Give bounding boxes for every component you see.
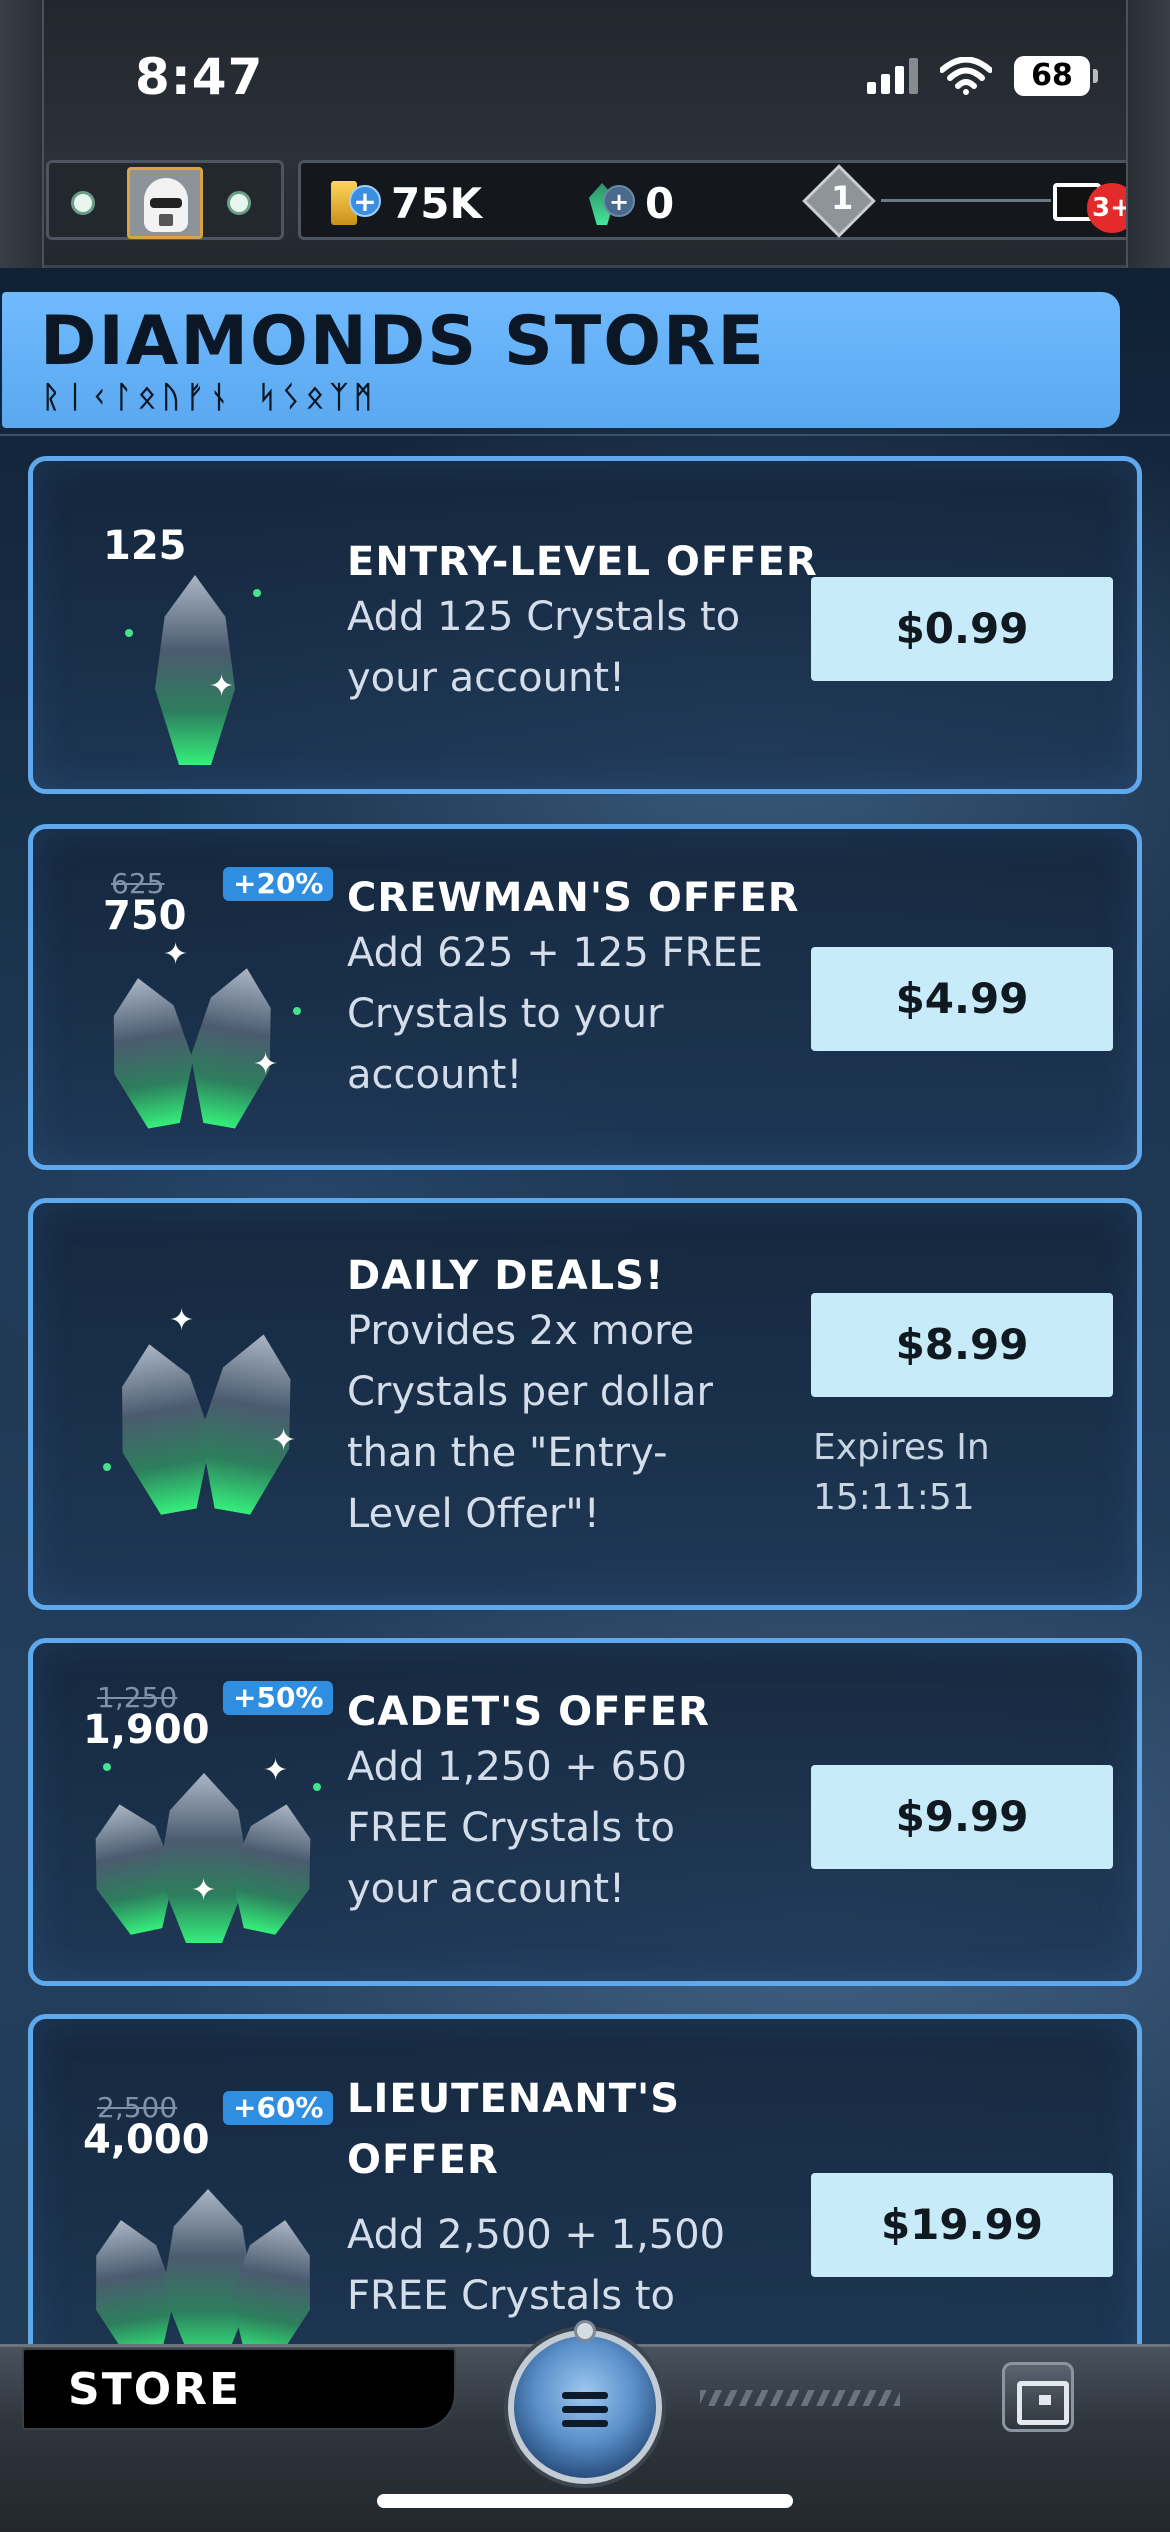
decorative-stripes: [700, 2390, 900, 2406]
crystal-icon: ✦: [123, 569, 263, 779]
calendar-icon[interactable]: [1002, 2362, 1074, 2432]
offer-title: CREWMAN'S OFFER: [347, 875, 800, 921]
crystal-amount: 1,900: [83, 1707, 210, 1753]
battery-icon: 68: [1014, 56, 1098, 96]
buy-button-4-99[interactable]: $4.99: [811, 947, 1113, 1051]
crystal-icon: ✦ ✦: [103, 1303, 323, 1533]
crystal-amount: 750: [103, 893, 187, 939]
crystal-icon: ✦ ✦: [83, 1753, 323, 1963]
add-crystals-button[interactable]: +: [603, 185, 635, 217]
left-indicator-dot: [71, 191, 95, 215]
store-header: DIAMONDS STORE ᚱᛁᚲᛚᛟᚢᚠᚾ ᛋᛊᛟᛉᛗ: [2, 292, 1120, 428]
offer-description: Add 2,500 + 1,500 FREE Crystals to: [347, 2212, 726, 2319]
bonus-badge: +20%: [223, 867, 334, 901]
avatar[interactable]: [127, 167, 203, 239]
rank-value: 1: [831, 179, 854, 217]
offer-title: CADET'S OFFER: [347, 1689, 710, 1735]
top-hud-frame: 8:47 68 + 75K + 0 1 3+: [0, 0, 1170, 268]
store-tab[interactable]: STORE: [22, 2348, 456, 2430]
offer-description: Add 625 + 125 FREE Crystals to your acco…: [347, 930, 763, 1098]
expires-timer: 15:11:51: [813, 1477, 975, 1518]
hamburger-icon: [562, 2392, 608, 2434]
offer-card-cadet[interactable]: 1,250 +50% 1,900 ✦ ✦ CADET'S OFFER Add 1…: [28, 1638, 1142, 1986]
buy-button-9-99[interactable]: $9.99: [811, 1765, 1113, 1869]
add-credits-button[interactable]: +: [349, 185, 381, 217]
offer-title: LIEUTENANT'S OFFER: [347, 2076, 681, 2183]
offer-card-entry-level[interactable]: 125 ✦ ENTRY-LEVEL OFFER Add 125 Crystals…: [28, 456, 1142, 794]
buy-button-8-99[interactable]: $8.99: [811, 1293, 1113, 1397]
buy-button-19-99[interactable]: $19.99: [811, 2173, 1113, 2277]
store-tab-label: STORE: [68, 2364, 242, 2415]
aurebesh-subtitle: ᚱᛁᚲᛚᛟᚢᚠᚾ ᛋᛊᛟᛉᛗ: [42, 380, 379, 415]
rank-progress-line: [881, 199, 1051, 202]
page-title: DIAMONDS STORE: [40, 302, 766, 381]
offer-description: Add 1,250 + 650 FREE Crystals to your ac…: [347, 1744, 687, 1912]
credits-value: 75K: [391, 179, 482, 228]
status-icons: 68: [867, 56, 1098, 96]
right-indicator-dot: [227, 191, 251, 215]
offer-title: ENTRY-LEVEL OFFER: [347, 539, 818, 585]
currency-bar: + 75K + 0 1 3+: [298, 160, 1144, 240]
main-menu-button[interactable]: [508, 2330, 662, 2484]
offer-description: Add 125 Crystals to your account!: [347, 594, 741, 701]
menu-knob: [574, 2320, 596, 2342]
notification-badge: 3+: [1087, 183, 1137, 233]
crystal-icon: [83, 2169, 323, 2369]
profile-panel[interactable]: [46, 160, 284, 240]
crystal-amount: 125: [103, 523, 187, 569]
offer-title: DAILY DEALS!: [347, 1253, 665, 1299]
header-divider: [0, 434, 1170, 436]
bonus-badge: +50%: [223, 1681, 334, 1715]
wifi-icon: [939, 56, 993, 95]
cellular-signal-icon: [867, 58, 918, 94]
home-indicator[interactable]: [377, 2494, 793, 2508]
offer-card-daily-deals[interactable]: ✦ ✦ DAILY DEALS! Provides 2x more Crysta…: [28, 1198, 1142, 1610]
crystals-value: 0: [645, 179, 675, 228]
expires-label: Expires In: [813, 1427, 990, 1468]
status-time: 8:47: [135, 48, 264, 106]
stormtrooper-helmet-icon: [144, 178, 188, 232]
crystal-amount: 4,000: [83, 2117, 210, 2163]
offer-description: Provides 2x more Crystals per dollar tha…: [347, 1308, 713, 1537]
buy-button-0-99[interactable]: $0.99: [811, 577, 1113, 681]
bonus-badge: +60%: [223, 2091, 334, 2125]
offer-card-crewman[interactable]: 625 +20% 750 ✦ ✦ CREWMAN'S OFFER Add 625…: [28, 824, 1142, 1170]
crystal-icon: ✦ ✦: [103, 937, 303, 1137]
